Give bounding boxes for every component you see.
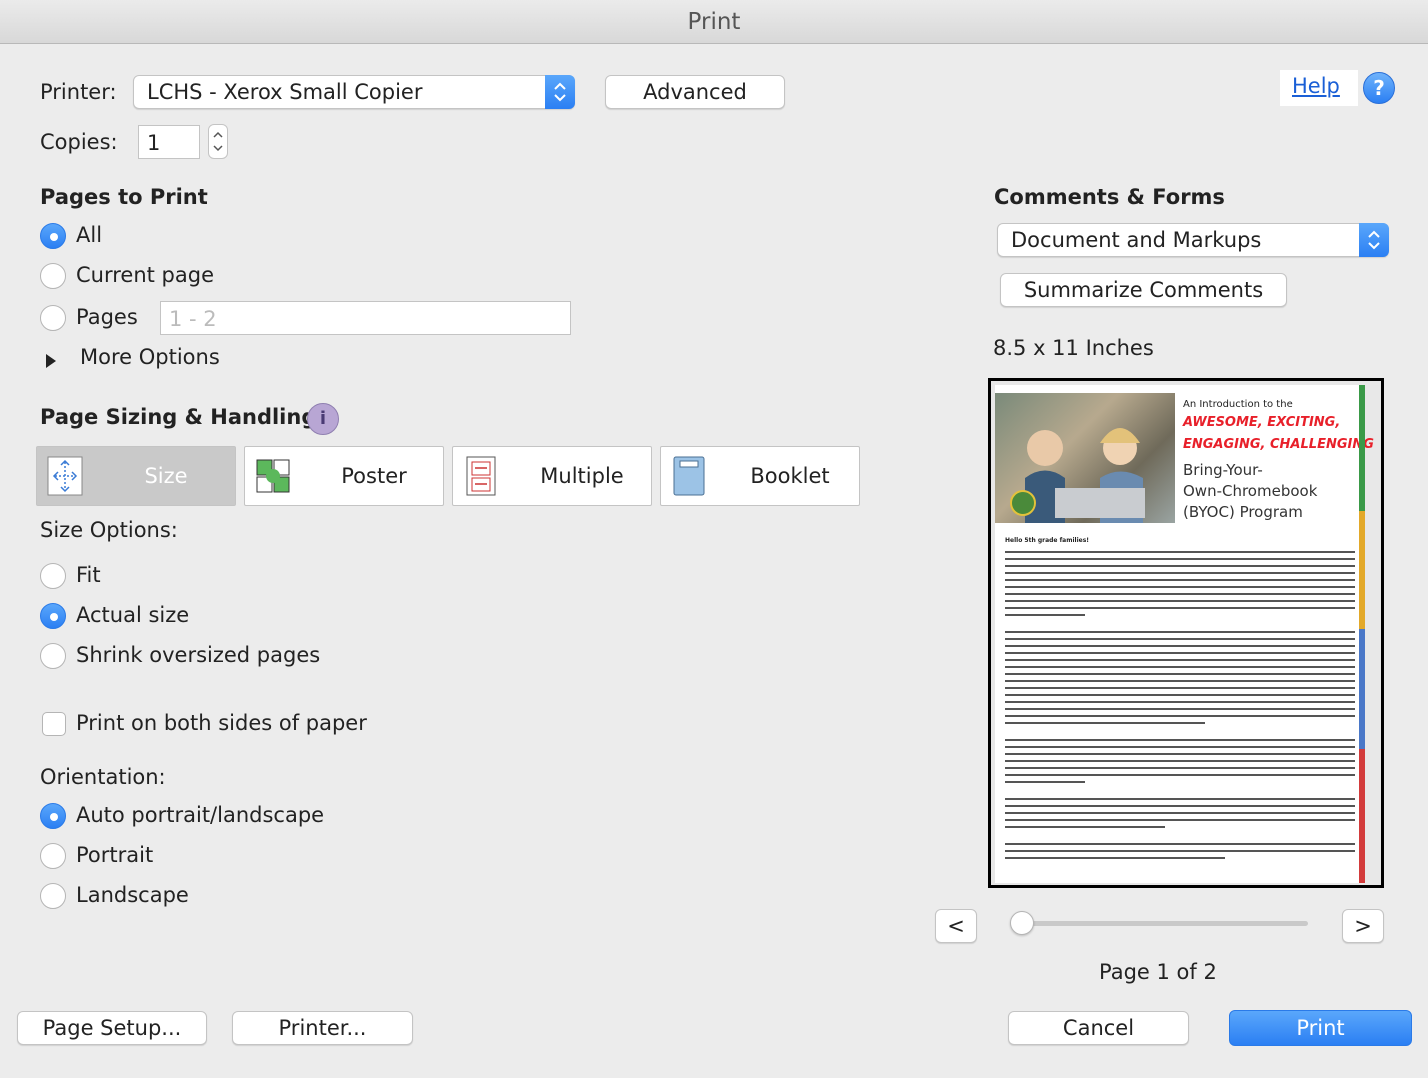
duplex-checkbox[interactable]	[42, 712, 66, 736]
print-button[interactable]: Print	[1229, 1010, 1412, 1046]
prev-page-button[interactable]: <	[935, 909, 977, 943]
page-range-field[interactable]: 1 - 2	[160, 301, 571, 335]
preview-photo	[995, 393, 1175, 523]
comments-forms-select[interactable]: Document and Markups	[997, 223, 1389, 257]
copies-label: Copies:	[40, 130, 118, 154]
mode-booklet[interactable]: Booklet	[660, 446, 860, 506]
mode-multiple[interactable]: Multiple	[452, 446, 652, 506]
radio-all-label: All	[76, 223, 103, 247]
doc-title-line4: Own-Chromebook	[1183, 482, 1318, 500]
radio-actual-size-label: Actual size	[76, 603, 190, 627]
page-setup-button[interactable]: Page Setup...	[17, 1011, 207, 1045]
radio-pages-label: Pages	[76, 305, 138, 329]
size-options-label: Size Options:	[40, 518, 178, 542]
chevron-updown-icon	[1359, 223, 1389, 257]
mode-size-label: Size	[144, 464, 188, 488]
mode-booklet-label: Booklet	[750, 464, 830, 488]
mode-multiple-label: Multiple	[540, 464, 624, 488]
mode-size[interactable]: Size	[36, 446, 236, 506]
summarize-comments-button[interactable]: Summarize Comments	[1000, 273, 1287, 307]
next-page-button[interactable]: >	[1342, 909, 1384, 943]
size-icon	[47, 456, 83, 496]
radio-fit[interactable]	[40, 563, 66, 589]
stripe-blue	[1359, 629, 1365, 749]
doc-title-line1: AWESOME, EXCITING,	[1183, 415, 1341, 430]
cancel-button[interactable]: Cancel	[1008, 1011, 1189, 1045]
chevron-updown-icon	[545, 75, 575, 109]
help-icon[interactable]: ?	[1363, 72, 1395, 104]
comments-forms-value: Document and Markups	[1011, 228, 1262, 252]
radio-auto-orientation-label: Auto portrait/landscape	[76, 803, 325, 827]
doc-intro: An Introduction to the	[1183, 399, 1293, 410]
radio-portrait[interactable]	[40, 843, 66, 869]
orientation-label: Orientation:	[40, 765, 166, 789]
radio-all[interactable]	[40, 223, 66, 249]
help-link[interactable]: Help	[1292, 74, 1340, 98]
radio-current-page-label: Current page	[76, 263, 214, 287]
radio-pages[interactable]	[40, 305, 66, 331]
radio-portrait-label: Portrait	[76, 843, 154, 867]
radio-fit-label: Fit	[76, 563, 101, 587]
radio-shrink-oversized-label: Shrink oversized pages	[76, 643, 321, 667]
radio-auto-orientation[interactable]	[40, 803, 66, 829]
printer-select[interactable]: LCHS - Xerox Small Copier	[133, 75, 575, 109]
stripe-red	[1359, 749, 1365, 883]
advanced-button[interactable]: Advanced	[605, 75, 785, 109]
sizing-heading: Page Sizing & Handling	[40, 405, 317, 429]
page-indicator: Page 1 of 2	[1099, 960, 1217, 984]
radio-landscape[interactable]	[40, 883, 66, 909]
page-preview: An Introduction to the AWESOME, EXCITING…	[988, 378, 1384, 888]
stripe-green	[1359, 385, 1365, 511]
help-link-box: Help	[1280, 70, 1358, 106]
doc-body-text	[1005, 551, 1355, 859]
printer-label: Printer:	[40, 80, 117, 104]
more-options-label[interactable]: More Options	[80, 345, 220, 369]
stripe-yellow	[1359, 511, 1365, 629]
paper-size-label: 8.5 x 11 Inches	[993, 336, 1154, 360]
mode-poster-label: Poster	[341, 464, 407, 488]
disclosure-triangle-icon[interactable]	[44, 350, 58, 374]
comments-forms-heading: Comments & Forms	[994, 185, 1225, 209]
poster-icon	[255, 456, 291, 496]
doc-greeting: Hello 5th grade families!	[1005, 537, 1090, 544]
page-slider-track[interactable]	[1020, 921, 1308, 926]
mode-poster[interactable]: Poster	[244, 446, 444, 506]
booklet-icon	[671, 456, 707, 496]
radio-shrink-oversized[interactable]	[40, 643, 66, 669]
copies-stepper[interactable]	[208, 124, 228, 159]
multiple-icon	[463, 456, 499, 496]
window-title: Print	[0, 0, 1428, 44]
copies-field[interactable]: 1	[138, 125, 200, 159]
page-slider-thumb[interactable]	[1010, 911, 1034, 935]
info-icon[interactable]: i	[307, 403, 339, 435]
radio-actual-size[interactable]	[40, 603, 66, 629]
doc-title-line2: ENGAGING, CHALLENGING	[1183, 437, 1374, 452]
radio-current-page[interactable]	[40, 263, 66, 289]
preview-page: An Introduction to the AWESOME, EXCITING…	[995, 385, 1374, 883]
printer-button[interactable]: Printer...	[232, 1011, 413, 1045]
pages-to-print-heading: Pages to Print	[40, 185, 208, 209]
duplex-label: Print on both sides of paper	[76, 711, 367, 735]
doc-title-line5: (BYOC) Program	[1183, 503, 1303, 521]
doc-title-line3: Bring-Your-	[1183, 461, 1263, 479]
printer-value: LCHS - Xerox Small Copier	[147, 80, 423, 104]
radio-landscape-label: Landscape	[76, 883, 189, 907]
